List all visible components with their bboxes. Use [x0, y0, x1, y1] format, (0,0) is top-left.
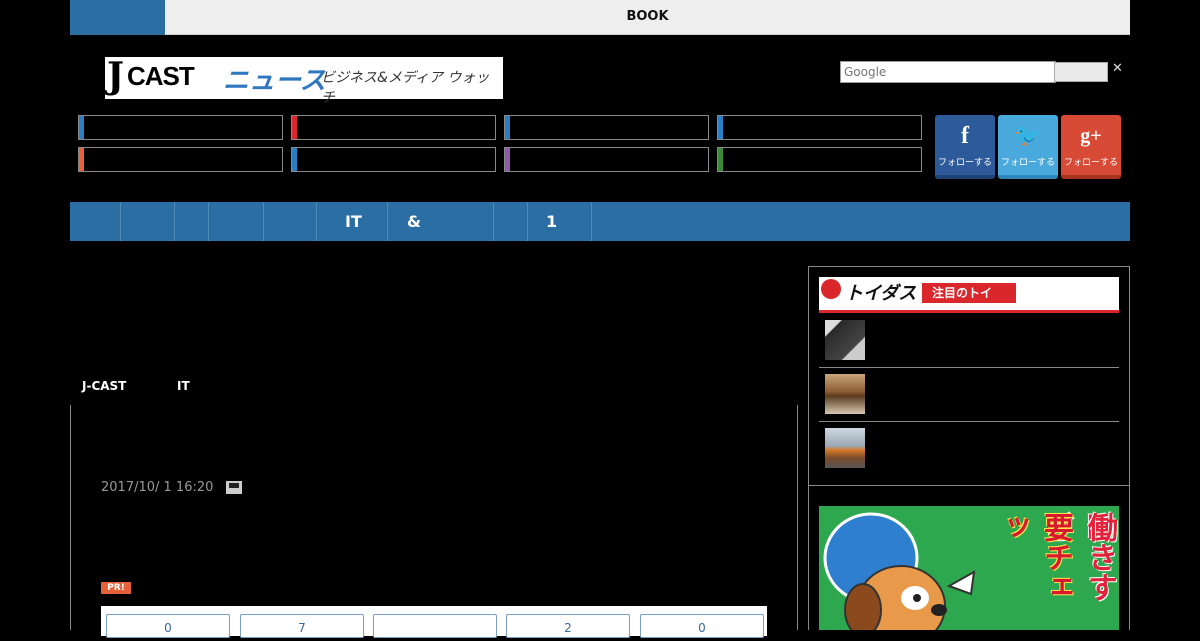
nav-divider — [174, 202, 175, 241]
nav-divider — [263, 202, 264, 241]
toigus-banner[interactable]: トイダス 注目のトイ — [819, 277, 1119, 313]
share-bar: 0 7 2 0 — [101, 606, 767, 638]
article-border-left — [70, 405, 71, 630]
sidebar-thumbnail — [825, 428, 865, 468]
share-button-1[interactable]: 0 — [106, 614, 230, 638]
share-button-3[interactable] — [373, 614, 497, 638]
share-button-5[interactable]: 0 — [640, 614, 764, 638]
top-bar-tab[interactable] — [70, 0, 165, 35]
category-stripe — [718, 116, 723, 139]
sidebar-ad-banner[interactable]: マイカー 働きすぎ 要チェッ — [819, 506, 1119, 630]
nav-item-and[interactable]: & — [407, 202, 421, 241]
top-bar: BOOK — [70, 0, 1130, 35]
category-box-2[interactable] — [291, 115, 496, 140]
logo-tagline: ビジネス&メディア ウォッチ — [321, 70, 490, 106]
sidebar-thumbnail — [825, 320, 865, 360]
sidebar-item[interactable] — [819, 368, 1119, 422]
category-stripe — [718, 148, 723, 171]
logo-cast: CAST — [127, 61, 195, 91]
google-plus-icon: g+ — [1080, 125, 1102, 147]
follow-label: フォローする — [1000, 158, 1055, 168]
nav-divider — [591, 202, 592, 241]
close-icon[interactable]: ✕ — [1112, 61, 1123, 76]
category-stripe — [79, 116, 84, 139]
book-link[interactable]: BOOK — [165, 0, 1130, 34]
sidebar-thumbnail — [825, 374, 865, 414]
follow-label: フォローする — [1063, 158, 1118, 168]
category-stripe — [292, 116, 297, 139]
search-button[interactable] — [1054, 62, 1108, 82]
facebook-icon: f — [961, 123, 969, 149]
share-button-4[interactable]: 2 — [506, 614, 630, 638]
nav-item-1[interactable]: 1 — [546, 202, 557, 241]
category-stripe — [505, 148, 510, 171]
sidebar-item[interactable] — [819, 314, 1119, 368]
nav-divider — [493, 202, 494, 241]
twitter-icon: 🐦 — [1014, 123, 1042, 148]
toigus-mascot-icon — [821, 279, 841, 299]
category-stripe — [505, 116, 510, 139]
share-button-2[interactable]: 7 — [240, 614, 364, 638]
nav-item-it[interactable]: IT — [345, 202, 362, 241]
category-box-7[interactable] — [504, 147, 709, 172]
category-box-1[interactable] — [78, 115, 283, 140]
pr-badge: PR! — [101, 582, 131, 594]
mascot-dog-illustration — [823, 512, 976, 630]
site-logo[interactable]: J CAST ニュース ビジネス&メディア ウォッチ — [105, 55, 503, 106]
article-date: 2017/10/ 1 16:20 — [101, 480, 214, 495]
google-plus-follow-button[interactable]: g+ フォローする — [1061, 115, 1121, 179]
article-border-right — [797, 405, 798, 630]
nav-divider — [120, 202, 121, 241]
sidebar-item[interactable] — [819, 422, 1119, 475]
nav-divider — [316, 202, 317, 241]
category-box-6[interactable] — [291, 147, 496, 172]
logo-news: ニュース — [223, 66, 326, 96]
search-input[interactable] — [840, 61, 1056, 83]
logo-j: J — [107, 55, 125, 97]
category-box-4[interactable] — [717, 115, 922, 140]
category-box-5[interactable] — [78, 147, 283, 172]
print-icon[interactable] — [226, 481, 242, 494]
toigus-featured-tag: 注目のトイ — [922, 283, 1017, 303]
ad-headline-3: 要チェッ — [994, 512, 1073, 602]
category-box-8[interactable] — [717, 147, 922, 172]
nav-divider — [387, 202, 388, 241]
category-stripe — [79, 148, 84, 171]
nav-divider — [527, 202, 528, 241]
follow-label: フォローする — [937, 158, 992, 168]
breadcrumb-site[interactable]: J-CAST — [82, 379, 126, 393]
twitter-follow-button[interactable]: 🐦 フォローする — [998, 115, 1058, 179]
breadcrumb-category[interactable]: IT — [177, 379, 190, 393]
toigus-logo: トイダス — [845, 283, 917, 304]
main-nav: IT & 1 — [70, 202, 1130, 241]
facebook-follow-button[interactable]: f フォローする — [935, 115, 995, 179]
category-box-3[interactable] — [504, 115, 709, 140]
category-stripe — [292, 148, 297, 171]
nav-divider — [208, 202, 209, 241]
